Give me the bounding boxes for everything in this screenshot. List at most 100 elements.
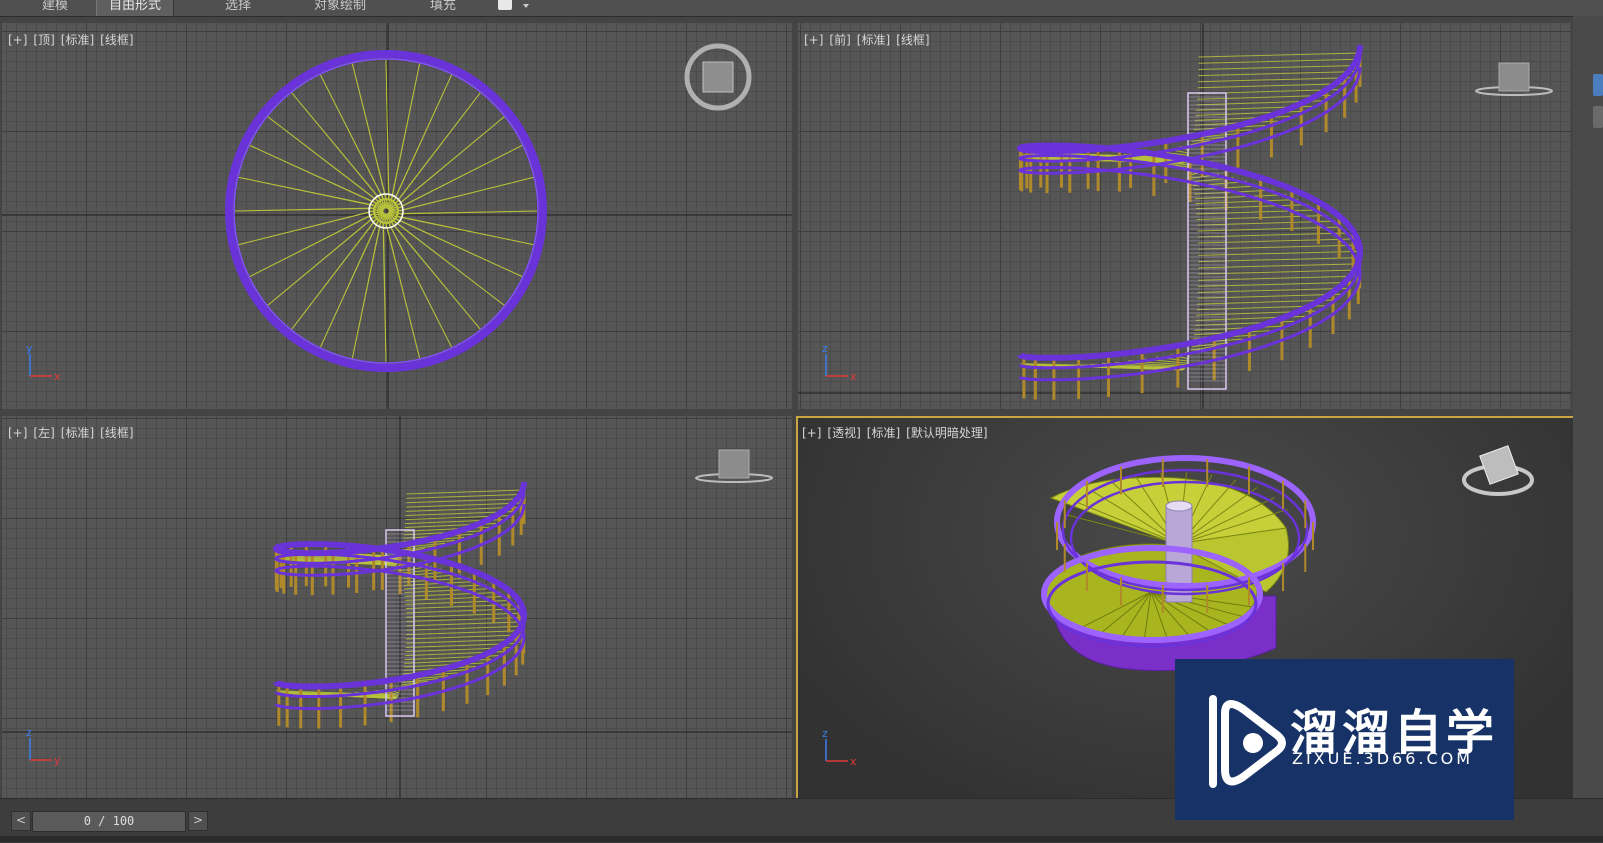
step-edge-line <box>395 217 523 277</box>
command-panel-tab[interactable] <box>1593 74 1603 96</box>
viewcube-perspective-icon <box>1479 445 1519 485</box>
vp-standard[interactable]: [标准] <box>61 426 94 440</box>
axis-label: x <box>54 370 61 383</box>
axis-label: x <box>850 370 857 383</box>
axis-label: x <box>850 755 857 768</box>
step-edge-line <box>238 210 375 245</box>
step-line <box>1198 58 1360 64</box>
vp-shading[interactable]: [线框] <box>100 426 133 440</box>
viewport-front-label[interactable]: [+] [前] [标准] [线框] <box>804 31 936 48</box>
ribbon-tabs: 建模 自由形式 选择 对象绘制 填充 <box>0 0 1603 17</box>
step-edge-line <box>291 92 381 201</box>
vp-view-name[interactable]: [左] <box>33 426 54 440</box>
vp-view-name[interactable]: [透视] <box>827 426 860 440</box>
step-line <box>1198 71 1355 77</box>
step-edge-line <box>249 145 377 205</box>
step-line <box>406 621 524 627</box>
vp-shading[interactable]: [线框] <box>896 33 929 47</box>
viewport-front[interactable]: z x [+] [前] [标准] [线框] <box>798 23 1571 409</box>
viewcube-front-icon <box>1498 62 1530 92</box>
step-line <box>1198 244 1357 250</box>
vp-standard[interactable]: [标准] <box>857 33 890 47</box>
vp-menu[interactable]: [+] <box>804 33 823 47</box>
step-line <box>405 502 520 508</box>
vp-shading[interactable]: [线框] <box>100 33 133 47</box>
vp-standard[interactable]: [标准] <box>61 33 94 47</box>
step-line <box>406 489 525 495</box>
viewport-perspective-label[interactable]: [+] [透视] [标准] [默认明暗处理] <box>802 424 994 441</box>
watermark-logo: 溜溜自学 ZIXUE.3D66.COM <box>1175 659 1514 820</box>
tab-freeform[interactable]: 自由形式 <box>96 0 175 16</box>
step-edge-line <box>397 210 538 214</box>
step-line <box>1197 83 1345 89</box>
tab-populate[interactable]: 填充 <box>418 0 468 16</box>
vp-menu[interactable]: [+] <box>8 33 27 47</box>
step-edge-line <box>393 219 505 306</box>
viewcube-left-icon <box>718 449 750 479</box>
play-logo-icon <box>1209 695 1286 788</box>
axis-label: y <box>26 342 33 355</box>
step-edge-line <box>383 222 387 363</box>
step-line <box>1197 77 1351 83</box>
step-edge-line <box>394 92 481 204</box>
next-frame-button[interactable]: > <box>188 811 208 831</box>
track-bar[interactable] <box>0 836 1603 842</box>
step-line <box>1198 281 1352 287</box>
tab-modeling[interactable]: 建模 <box>30 0 80 16</box>
left-view-canvas: zy <box>2 416 792 804</box>
step-line <box>405 608 519 614</box>
step-edge-line <box>352 63 387 200</box>
step-edge-line <box>352 221 382 359</box>
column-cap <box>1165 500 1193 512</box>
step-edge-line <box>267 216 376 306</box>
ribbon-toggle-icon[interactable] <box>498 0 512 10</box>
step-line <box>406 630 523 636</box>
vp-shading[interactable]: [默认明暗处理] <box>906 426 987 440</box>
step-edge-line <box>291 218 378 330</box>
step-edge-line <box>234 208 375 212</box>
step-edge-line <box>320 220 380 348</box>
tab-object-paint[interactable]: 对象绘制 <box>302 0 378 16</box>
axis-label: z <box>26 726 32 739</box>
vp-menu[interactable]: [+] <box>8 426 27 440</box>
step-edge-line <box>397 177 534 212</box>
command-panel-edge <box>1573 16 1603 798</box>
step-edge-line <box>390 63 420 201</box>
step-line <box>406 612 522 618</box>
viewcube-top-icon <box>702 61 734 93</box>
step-edge-line <box>238 177 376 207</box>
viewport-left[interactable]: zy [+] [左] [标准] [线框] <box>2 416 792 804</box>
railing-ring-inner <box>233 58 539 364</box>
axis-label: y <box>54 754 61 767</box>
command-panel-tab[interactable] <box>1593 106 1603 128</box>
railing-ring <box>225 50 547 372</box>
step-line <box>1197 232 1349 238</box>
vp-view-name[interactable]: [前] <box>829 33 850 47</box>
step-line <box>1195 199 1298 205</box>
step-edge-line <box>385 222 420 359</box>
vp-menu[interactable]: [+] <box>802 426 821 440</box>
prev-frame-button[interactable]: < <box>11 811 31 831</box>
tab-selection[interactable]: 选择 <box>213 0 263 16</box>
viewport-left-label[interactable]: [+] [左] [标准] [线框] <box>8 424 140 441</box>
step-line <box>406 616 524 622</box>
step-edge-line <box>392 74 452 202</box>
step-line <box>404 588 494 594</box>
time-slider[interactable]: 0 / 100 <box>32 811 186 832</box>
axis-label: z <box>822 727 828 740</box>
step-line <box>1198 64 1358 70</box>
viewport-top-label[interactable]: [+] [顶] [标准] [线框] <box>8 31 140 48</box>
step-line <box>406 493 524 499</box>
step-line <box>1198 52 1361 58</box>
watermark-url: ZIXUE.3D66.COM <box>1292 749 1474 768</box>
step-line <box>406 498 523 504</box>
step-edge-line <box>396 116 505 206</box>
axis-label: z <box>822 342 828 355</box>
step-line <box>406 625 524 631</box>
step-line <box>1198 263 1360 269</box>
step-line <box>1198 250 1359 256</box>
chevron-down-icon[interactable] <box>523 4 529 8</box>
vp-view-name[interactable]: [顶] <box>33 33 54 47</box>
vp-standard[interactable]: [标准] <box>867 426 900 440</box>
viewport-top[interactable]: y x [+] [顶] [标准] [线框] <box>2 23 792 409</box>
